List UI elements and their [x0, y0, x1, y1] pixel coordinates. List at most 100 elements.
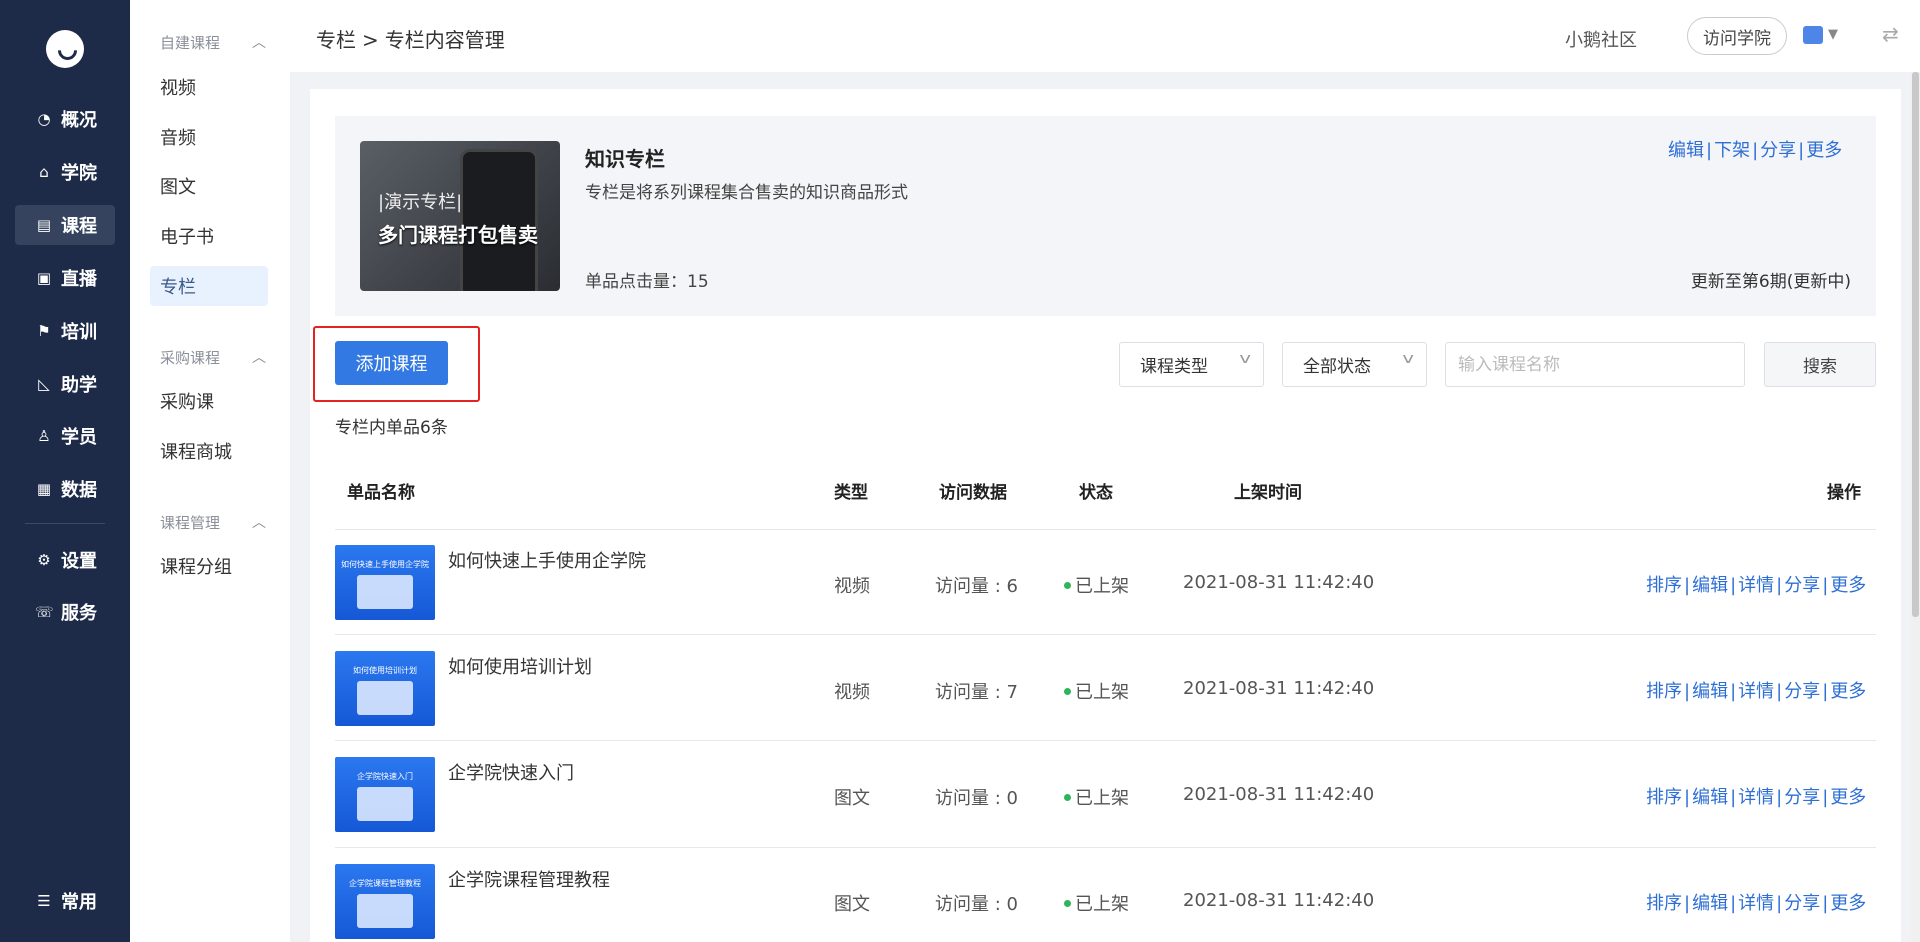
row-status: 已上架 — [1064, 572, 1129, 598]
training-icon: ⚑ — [37, 321, 51, 340]
row-actions: 排序 | 编辑 | 详情 | 分享 | 更多 — [1646, 681, 1867, 702]
header-status: 状态 — [1079, 483, 1113, 503]
unpublish-column-link[interactable]: 下架 — [1714, 140, 1750, 161]
sub-item-purchase[interactable]: 采购课 — [150, 381, 268, 421]
sort-link[interactable]: 排序 — [1646, 893, 1682, 914]
row-visits: 访问量 : 0 — [935, 894, 1018, 915]
detail-link[interactable]: 详情 — [1738, 575, 1774, 596]
service-icon: ☏ — [35, 602, 54, 621]
edit-link[interactable]: 编辑 — [1692, 681, 1728, 702]
sort-link[interactable]: 排序 — [1646, 575, 1682, 596]
header-visits: 访问数据 — [939, 483, 1007, 503]
app-switcher-icon[interactable] — [1803, 26, 1823, 44]
sort-link[interactable]: 排序 — [1646, 787, 1682, 808]
nav-item-assist[interactable]: ◺ 助学 — [15, 364, 115, 404]
data-icon: ▦ — [36, 479, 52, 498]
more-column-link[interactable]: 更多 — [1806, 140, 1842, 161]
more-link[interactable]: 更多 — [1830, 893, 1866, 914]
nav-item-service[interactable]: ☏ 服务 — [15, 592, 115, 632]
share-link[interactable]: 分享 — [1784, 681, 1820, 702]
more-link[interactable]: 更多 — [1830, 787, 1866, 808]
group-self-built[interactable]: 自建课程 ︿ — [160, 32, 266, 53]
nav-item-common[interactable]: ☰ 常用 — [15, 881, 115, 921]
detail-link[interactable]: 详情 — [1738, 787, 1774, 808]
scrollbar[interactable] — [1911, 72, 1920, 942]
course-icon: ▤ — [36, 215, 52, 234]
row-type: 图文 — [834, 788, 870, 809]
community-link[interactable]: 小鹅社区 — [1565, 26, 1637, 52]
nav-item-live[interactable]: ▣ 直播 — [15, 258, 115, 298]
caret-down-icon[interactable]: ▼ — [1828, 27, 1838, 42]
sub-item-course-mall[interactable]: 课程商城 — [150, 431, 268, 471]
group-purchased[interactable]: 采购课程 ︿ — [160, 347, 266, 368]
nav-item-student[interactable]: ♙ 学员 — [15, 416, 115, 456]
header-type: 类型 — [834, 483, 868, 503]
more-link[interactable]: 更多 — [1830, 575, 1866, 596]
item-count: 专栏内单品6条 — [335, 418, 448, 438]
nav-item-course[interactable]: ▤ 课程 — [15, 205, 115, 245]
menu-list-icon: ☰ — [37, 891, 51, 910]
row-status: 已上架 — [1064, 890, 1129, 916]
status-select[interactable]: 全部状态 v — [1282, 342, 1427, 387]
nav-item-data[interactable]: ▦ 数据 — [15, 469, 115, 509]
header-actions: 操作 — [1827, 483, 1861, 503]
sub-sidebar: 自建课程 ︿ 视频 音频 图文 电子书 专栏 采购课程 ︿ 采购课 课程商城 课程管… — [130, 0, 290, 942]
switch-arrows-icon[interactable]: ⇄ — [1882, 22, 1899, 46]
row-visits: 访问量 : 7 — [935, 682, 1018, 703]
row-name[interactable]: 如何使用培训计划 — [448, 653, 592, 679]
row-thumbnail: 如何使用培训计划 — [335, 651, 435, 726]
visit-academy-button[interactable]: 访问学院 — [1687, 17, 1787, 55]
academy-icon: ⌂ — [39, 162, 49, 181]
row-name[interactable]: 企学院课程管理教程 — [448, 866, 610, 892]
nav-item-settings[interactable]: ⚙ 设置 — [15, 540, 115, 580]
app-logo[interactable] — [46, 30, 84, 68]
sort-link[interactable]: 排序 — [1646, 681, 1682, 702]
row-name[interactable]: 如何快速上手使用企学院 — [448, 547, 646, 573]
edit-link[interactable]: 编辑 — [1692, 787, 1728, 808]
sub-item-course-group[interactable]: 课程分组 — [150, 546, 268, 586]
column-summary — [335, 116, 1876, 316]
row-thumbnail: 如何快速上手使用企学院 — [335, 545, 435, 620]
chevron-up-icon: ︿ — [252, 35, 266, 51]
column-actions: 编辑 | 下架 | 分享 | 更多 — [1668, 140, 1843, 161]
edit-link[interactable]: 编辑 — [1692, 575, 1728, 596]
course-search-input[interactable] — [1445, 342, 1745, 387]
edit-column-link[interactable]: 编辑 — [1668, 140, 1704, 161]
sub-item-audio[interactable]: 音频 — [150, 117, 268, 157]
edit-link[interactable]: 编辑 — [1692, 893, 1728, 914]
chevron-down-icon: v — [1239, 351, 1251, 367]
sub-item-video[interactable]: 视频 — [150, 67, 268, 107]
nav-item-academy[interactable]: ⌂ 学院 — [15, 152, 115, 192]
sub-item-ebook[interactable]: 电子书 — [150, 216, 268, 256]
share-column-link[interactable]: 分享 — [1760, 140, 1796, 161]
chevron-down-icon: v — [1402, 351, 1414, 367]
breadcrumb-current: 专栏内容管理 — [384, 28, 505, 52]
click-count: 单品点击量：15 — [585, 272, 709, 292]
course-type-select[interactable]: 课程类型 v — [1119, 342, 1264, 387]
table-divider — [335, 529, 1876, 530]
detail-link[interactable]: 详情 — [1738, 681, 1774, 702]
row-time: 2021-08-31 11:42:40 — [1183, 678, 1375, 699]
row-name[interactable]: 企学院快速入门 — [448, 759, 574, 785]
student-icon: ♙ — [37, 426, 51, 445]
row-actions: 排序 | 编辑 | 详情 | 分享 | 更多 — [1646, 787, 1867, 808]
breadcrumb-column-link[interactable]: 专栏 — [316, 28, 356, 52]
more-link[interactable]: 更多 — [1830, 681, 1866, 702]
status-dot — [1064, 581, 1071, 589]
breadcrumb-separator: > — [362, 28, 379, 52]
row-type: 视频 — [834, 576, 870, 597]
column-title: 知识专栏 — [585, 147, 665, 171]
detail-link[interactable]: 详情 — [1738, 893, 1774, 914]
row-time: 2021-08-31 11:42:40 — [1183, 890, 1375, 911]
sub-item-column[interactable]: 专栏 — [150, 266, 268, 306]
status-dot — [1064, 899, 1071, 907]
share-link[interactable]: 分享 — [1784, 893, 1820, 914]
nav-item-training[interactable]: ⚑ 培训 — [15, 311, 115, 351]
share-link[interactable]: 分享 — [1784, 575, 1820, 596]
share-link[interactable]: 分享 — [1784, 787, 1820, 808]
add-course-button[interactable]: 添加课程 — [335, 341, 448, 385]
sub-item-article[interactable]: 图文 — [150, 166, 268, 206]
group-course-management[interactable]: 课程管理 ︿ — [160, 512, 266, 533]
nav-item-overview[interactable]: ◔ 概况 — [15, 99, 115, 139]
search-button[interactable]: 搜索 — [1764, 342, 1876, 387]
